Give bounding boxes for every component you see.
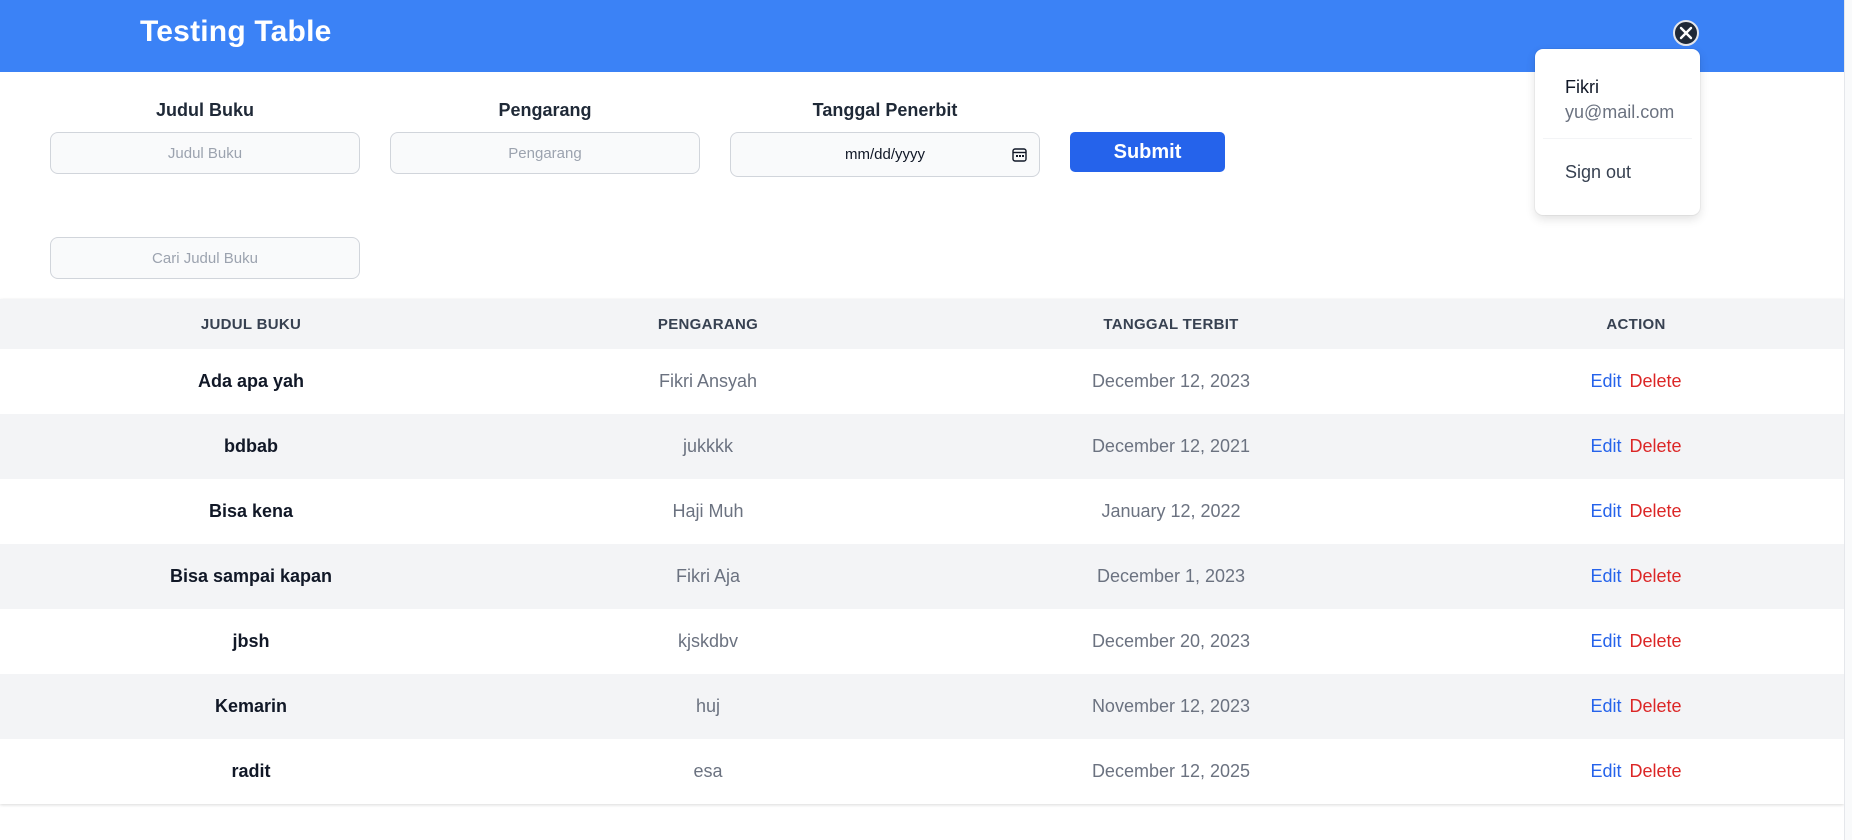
row-actions: Edit Delete xyxy=(1428,544,1844,609)
book-author: Fikri Aja xyxy=(675,566,740,586)
table-header-row: JUDUL BUKU PENGARANG TANGGAL TERBIT ACTI… xyxy=(0,299,1844,349)
edit-link[interactable]: Edit xyxy=(1590,696,1621,716)
table-row: Bisa kena Haji Muh January 12, 2022 Edit… xyxy=(0,479,1844,544)
row-actions: Edit Delete xyxy=(1428,414,1844,479)
title-field: Judul Buku xyxy=(50,98,360,174)
delete-link[interactable]: Delete xyxy=(1630,436,1682,456)
table-row: bdbab jukkkk December 12, 2021 Edit Delet… xyxy=(0,414,1844,479)
edit-link[interactable]: Edit xyxy=(1590,436,1621,456)
delete-link[interactable]: Delete xyxy=(1630,631,1682,651)
date-field: Tanggal Penerbit mm/dd/yyyy xyxy=(730,98,1040,177)
row-actions: Edit Delete xyxy=(1428,674,1844,739)
calendar-icon[interactable] xyxy=(1012,147,1027,162)
book-date: November 12, 2023 xyxy=(1091,696,1251,716)
submit-button[interactable]: Submit xyxy=(1070,132,1225,172)
close-circle-icon xyxy=(1679,26,1693,40)
row-actions: Edit Delete xyxy=(1428,609,1844,674)
book-date: December 12, 2025 xyxy=(1091,761,1251,781)
book-author: huj xyxy=(695,696,721,716)
edit-link[interactable]: Edit xyxy=(1590,566,1621,586)
book-title: Bisa sampai kapan xyxy=(169,566,333,586)
table-row: radit esa December 12, 2025 Edit Delete xyxy=(0,739,1844,804)
author-input[interactable] xyxy=(390,132,700,174)
author-label: Pengarang xyxy=(498,100,592,120)
user-dropdown-menu: Fikri yu@mail.com Sign out xyxy=(1535,49,1700,215)
book-date: December 1, 2023 xyxy=(1096,566,1246,586)
sign-out-item[interactable]: Sign out xyxy=(1565,162,1631,183)
header-action: ACTION xyxy=(1606,315,1666,333)
book-title: Bisa kena xyxy=(208,501,294,521)
search-input[interactable] xyxy=(50,237,360,279)
row-actions: Edit Delete xyxy=(1428,349,1844,414)
date-placeholder: mm/dd/yyyy xyxy=(844,146,925,163)
book-date: January 12, 2022 xyxy=(1101,501,1241,521)
edit-link[interactable]: Edit xyxy=(1590,501,1621,521)
book-title: bdbab xyxy=(224,436,278,456)
user-menu-button[interactable] xyxy=(1673,20,1699,46)
delete-link[interactable]: Delete xyxy=(1630,371,1682,391)
book-author: Fikri Ansyah xyxy=(658,371,758,391)
book-author: esa xyxy=(693,761,723,781)
edit-link[interactable]: Edit xyxy=(1590,371,1621,391)
scrollbar[interactable] xyxy=(1844,0,1852,840)
app-title: Testing Table xyxy=(140,15,332,48)
delete-link[interactable]: Delete xyxy=(1630,501,1682,521)
book-author: Haji Muh xyxy=(672,501,744,521)
book-title: Ada apa yah xyxy=(197,371,305,391)
header-pengarang: PENGARANG xyxy=(657,315,759,333)
header-judul-buku: JUDUL BUKU xyxy=(200,315,302,333)
books-table: JUDUL BUKU PENGARANG TANGGAL TERBIT ACTI… xyxy=(0,299,1844,804)
delete-link[interactable]: Delete xyxy=(1630,761,1682,781)
user-name: Fikri xyxy=(1565,77,1599,97)
book-date: December 12, 2021 xyxy=(1091,436,1251,456)
book-date: December 20, 2023 xyxy=(1091,631,1251,651)
book-title: radit xyxy=(231,761,271,781)
user-email: yu@mail.com xyxy=(1565,102,1675,122)
author-field: Pengarang xyxy=(390,98,700,174)
table-row: Kemarin huj November 12, 2023 Edit Delete xyxy=(0,674,1844,739)
book-date: December 12, 2023 xyxy=(1091,371,1251,391)
book-author: jukkkk xyxy=(682,436,733,456)
table-row: Ada apa yah Fikri Ansyah December 12, 20… xyxy=(0,349,1844,414)
page: Testing Table Judul Buku Pengarang Tangg… xyxy=(0,0,1852,840)
title-label: Judul Buku xyxy=(156,100,254,120)
table-row: jbsh kjskdbv December 20, 2023 Edit Delet… xyxy=(0,609,1844,674)
table-row: Bisa sampai kapan Fikri Aja December 1, … xyxy=(0,544,1844,609)
edit-link[interactable]: Edit xyxy=(1590,631,1621,651)
delete-link[interactable]: Delete xyxy=(1630,696,1682,716)
delete-link[interactable]: Delete xyxy=(1630,566,1682,586)
title-input[interactable] xyxy=(50,132,360,174)
row-actions: Edit Delete xyxy=(1428,479,1844,544)
book-title: Kemarin xyxy=(214,696,288,716)
edit-link[interactable]: Edit xyxy=(1590,761,1621,781)
row-actions: Edit Delete xyxy=(1428,739,1844,804)
book-title: jbsh xyxy=(232,631,270,651)
date-label: Tanggal Penerbit xyxy=(812,100,958,120)
menu-divider xyxy=(1543,138,1692,139)
date-input[interactable]: mm/dd/yyyy xyxy=(730,132,1040,177)
header-tanggal-terbit: TANGGAL TERBIT xyxy=(1103,315,1239,333)
book-author: kjskdbv xyxy=(677,631,739,651)
